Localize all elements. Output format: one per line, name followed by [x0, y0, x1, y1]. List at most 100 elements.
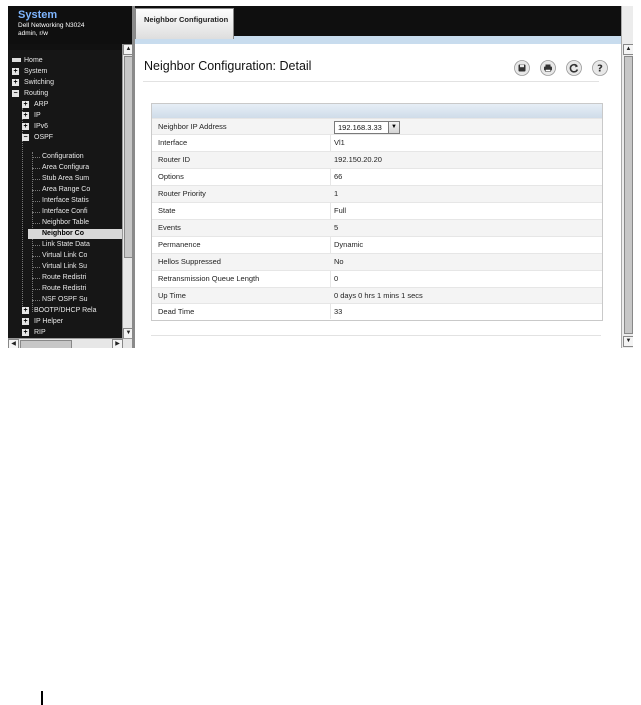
row-value: Vl1: [334, 138, 345, 147]
sidebar-item-bootp-dhcp-relay[interactable]: BOOTP/DHCP Rela: [34, 306, 97, 316]
collapse-icon[interactable]: −: [12, 90, 19, 97]
svg-text:?: ?: [597, 64, 603, 75]
tab-bar: Neighbor Configuration: [135, 6, 633, 44]
row-value: 33: [334, 307, 343, 316]
row-label: Events: [158, 223, 181, 232]
expand-icon[interactable]: +: [12, 79, 19, 86]
table-row: Interface Vl1: [152, 134, 602, 151]
sidebar-item-interface-statistics[interactable]: Interface Statis: [42, 196, 89, 206]
sidebar-item-virtual-link-configuration[interactable]: Virtual Link Co: [42, 251, 87, 261]
row-value: 0: [334, 274, 339, 283]
collapse-icon[interactable]: −: [22, 134, 29, 141]
scroll-right-icon[interactable]: ▶: [112, 339, 123, 348]
row-label: Interface: [158, 138, 188, 147]
row-label: Up Time: [158, 291, 186, 300]
row-value: 0 days 0 hrs 1 mins 1 secs: [334, 291, 423, 300]
row-value: 1: [334, 189, 339, 198]
sidebar-item-area-range-configuration[interactable]: Area Range Co: [42, 185, 90, 195]
row-label: Retransmission Queue Length: [158, 274, 260, 283]
sidebar-item-arp[interactable]: ARP: [34, 100, 48, 110]
table-header: [152, 104, 602, 119]
help-icon[interactable]: ?: [592, 60, 608, 76]
sidebar-item-ip-helper[interactable]: IP Helper: [34, 317, 63, 327]
expand-icon[interactable]: +: [12, 68, 19, 75]
row-value: Full: [334, 206, 347, 215]
expand-icon[interactable]: +: [22, 329, 29, 336]
nav-title: System: [18, 9, 58, 21]
user-access: admin, r/w: [18, 30, 48, 37]
row-label: Permanence: [158, 240, 201, 249]
row-value: 192.150.20.20: [334, 155, 382, 164]
table-row: Dead Time 33: [152, 303, 602, 320]
home-icon: [12, 58, 21, 63]
sidebar-item-switching[interactable]: Switching: [24, 78, 54, 88]
table-row: Neighbor IP Address 192.168.3.33 ▼: [152, 118, 602, 135]
row-label: Hellos Suppressed: [158, 257, 221, 266]
sidebar-item-stub-area-summary[interactable]: Stub Area Sum: [42, 174, 89, 184]
sidebar-item-route-redistribution-summary[interactable]: Route Redistri: [42, 284, 86, 294]
expand-icon[interactable]: +: [22, 101, 29, 108]
sidebar-item-system[interactable]: System: [24, 67, 47, 77]
scrollbar-thumb[interactable]: [624, 56, 633, 334]
row-value: Dynamic: [334, 240, 364, 249]
expand-icon[interactable]: +: [22, 318, 29, 325]
title-divider: [143, 81, 599, 82]
device-name: Dell Networking N3024: [18, 22, 85, 29]
scroll-down-icon[interactable]: ▼: [623, 336, 633, 347]
sidebar-item-route-redistribution-configuration[interactable]: Route Redistri: [42, 273, 86, 283]
sidebar-item-ip[interactable]: IP: [34, 111, 41, 121]
sidebar-item-rip[interactable]: RIP: [34, 328, 46, 334]
table-row: Retransmission Queue Length 0: [152, 270, 602, 287]
device-header: System Dell Networking N3024 admin, r/w: [8, 6, 132, 44]
row-label: Router ID: [158, 155, 191, 164]
scroll-up-icon[interactable]: ▲: [623, 44, 633, 55]
navigation-panel: System Dell Networking N3024 admin, r/w: [8, 6, 134, 348]
tab-neighbor-configuration[interactable]: Neighbor Configuration: [135, 8, 234, 39]
table-row: Router ID 192.150.20.20: [152, 151, 602, 168]
row-label: State: [158, 206, 176, 215]
nav-horizontal-scrollbar[interactable]: ◀ ▶: [8, 338, 132, 348]
table-row: Up Time 0 days 0 hrs 1 mins 1 secs: [152, 287, 602, 304]
print-icon[interactable]: [540, 60, 556, 76]
sidebar-item-configuration[interactable]: Configuration: [42, 152, 84, 162]
sidebar-item-home[interactable]: Home: [12, 56, 43, 66]
row-value: 66: [334, 172, 343, 181]
content-vertical-scrollbar[interactable]: ▲ ▼: [621, 6, 633, 348]
row-label: Router Priority: [158, 189, 206, 198]
row-label: Dead Time: [158, 307, 195, 316]
row-label: Options: [158, 172, 184, 181]
sidebar-item-neighbor-table[interactable]: Neighbor Table: [42, 218, 89, 228]
expand-icon[interactable]: +: [22, 112, 29, 119]
table-row: Events 5: [152, 219, 602, 236]
table-row: Router Priority 1: [152, 185, 602, 202]
sidebar-item-area-configuration[interactable]: Area Configura: [42, 163, 89, 173]
refresh-icon[interactable]: [566, 60, 582, 76]
row-value: No: [334, 257, 344, 266]
table-row: Hellos Suppressed No: [152, 253, 602, 270]
chevron-down-icon[interactable]: ▼: [388, 122, 399, 133]
table-row: Options 66: [152, 168, 602, 185]
page-margin-mark: [41, 691, 43, 705]
sidebar-item-interface-configuration[interactable]: Interface Confi: [42, 207, 88, 217]
table-row: Permanence Dynamic: [152, 236, 602, 253]
neighbor-ip-label: Neighbor IP Address: [158, 122, 227, 131]
neighbor-ip-select[interactable]: 192.168.3.33 ▼: [334, 121, 400, 134]
sidebar-item-ospf[interactable]: OSPF: [34, 133, 53, 143]
sidebar-item-link-state-database[interactable]: Link State Data: [42, 240, 90, 250]
row-value: 5: [334, 223, 339, 232]
sidebar-item-virtual-link-summary[interactable]: Virtual Link Su: [42, 262, 87, 272]
main-panel: Neighbor Configuration Neighbor Configur…: [135, 6, 633, 348]
scrollbar-thumb[interactable]: [20, 340, 72, 348]
footer-divider: [151, 335, 601, 336]
navigation-tree: Home + System + Switching − Routing + AR…: [8, 50, 124, 338]
page-title: Neighbor Configuration: Detail: [144, 59, 312, 73]
sidebar-item-ipv6[interactable]: IPv6: [34, 122, 48, 132]
save-icon[interactable]: [514, 60, 530, 76]
sidebar-item-nsf-ospf-summary[interactable]: NSF OSPF Su: [42, 295, 88, 305]
expand-icon[interactable]: +: [22, 307, 29, 314]
sidebar-item-neighbor-configuration[interactable]: Neighbor Co: [28, 229, 122, 239]
expand-icon[interactable]: +: [22, 123, 29, 130]
scroll-left-icon[interactable]: ◀: [8, 339, 19, 348]
neighbor-detail-table: Neighbor IP Address 192.168.3.33 ▼ Inter…: [151, 103, 603, 321]
sidebar-item-routing[interactable]: Routing: [24, 89, 48, 99]
